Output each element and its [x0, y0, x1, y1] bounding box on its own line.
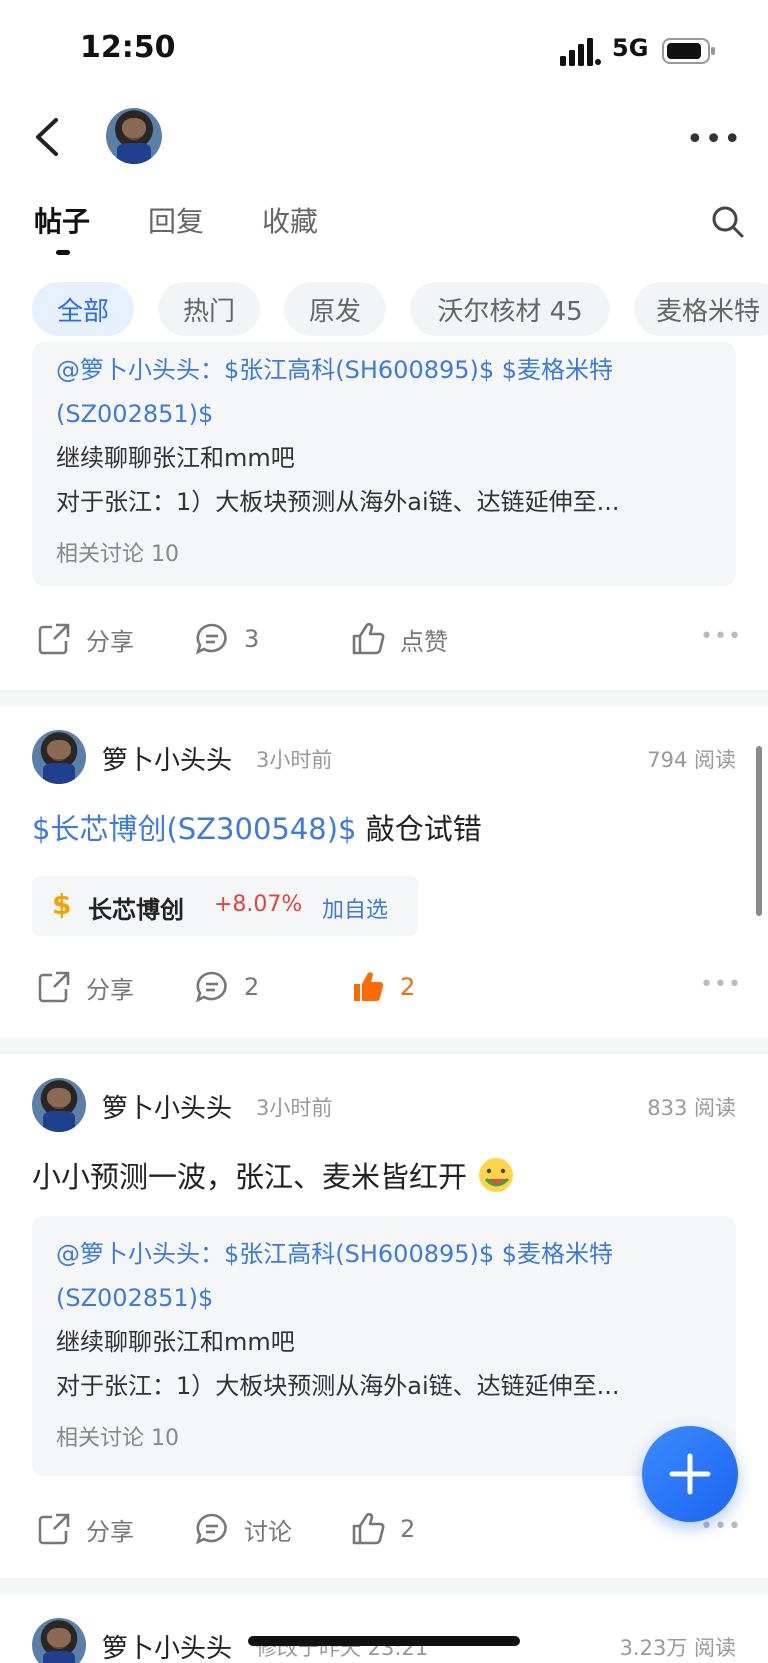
compose-button[interactable]	[642, 1426, 738, 1522]
user-avatar[interactable]	[106, 108, 162, 164]
quote-mention-cont[interactable]: (SZ002851)$	[56, 392, 712, 436]
back-icon[interactable]	[30, 112, 66, 162]
comment-label: 讨论	[244, 1517, 292, 1546]
comment-icon	[195, 623, 227, 655]
quote-mention[interactable]: @箩卜小头头：$张江高科(SH600895)$ $麦格米特	[56, 348, 712, 392]
author-avatar[interactable]	[32, 730, 86, 784]
filter-hot[interactable]: 热门	[158, 282, 260, 336]
post-header: 箩卜小头头 3小时前 833 阅读	[0, 1078, 768, 1138]
stock-link[interactable]: $长芯博创(SZ300548)$	[32, 812, 357, 846]
filter-chips: 全部 热门 原发 沃尔核材 45 麦格米特	[0, 282, 768, 338]
divider	[0, 1578, 768, 1594]
post-actions: 分享 2 2 •••	[0, 962, 768, 1012]
author-name[interactable]: 箩卜小头头	[102, 1088, 232, 1125]
quote-mention-cont[interactable]: (SZ002851)$	[56, 1276, 712, 1320]
quote-mention[interactable]: @箩卜小头头：$张江高科(SH600895)$ $麦格米特	[56, 1232, 712, 1276]
stock-name: 长芯博创	[88, 896, 184, 924]
post-actions: 分享 3 点赞 •••	[0, 614, 768, 664]
dollar-icon: $	[52, 888, 72, 921]
tab-bar: 帖子 回复 收藏	[0, 200, 768, 260]
read-count: 833 阅读	[647, 1096, 736, 1120]
filter-original[interactable]: 原发	[284, 282, 386, 336]
comment-button[interactable]: 2	[194, 962, 259, 1012]
post-header: 箩卜小头头 3小时前 794 阅读	[0, 730, 768, 790]
share-label: 分享	[86, 627, 134, 656]
share-label: 分享	[86, 975, 134, 1004]
read-count: 3.23万 阅读	[619, 1636, 736, 1660]
post-title[interactable]: $长芯博创(SZ300548)$ 敲仓试错	[32, 806, 482, 848]
tab-posts[interactable]: 帖子	[34, 200, 90, 240]
post-time: 3小时前	[256, 748, 333, 772]
share-button[interactable]: 分享	[36, 962, 134, 1012]
divider	[0, 690, 768, 706]
quote-line-1: 继续聊聊张江和mm吧	[56, 444, 295, 472]
author-avatar[interactable]	[32, 1618, 86, 1663]
like-count: 2	[400, 973, 416, 1001]
like-button[interactable]: 2	[350, 1504, 415, 1554]
like-button[interactable]: 点赞	[350, 614, 448, 664]
share-icon	[38, 971, 70, 1003]
tab-indicator	[56, 250, 70, 255]
signal-icon	[560, 38, 601, 66]
post-time: 3小时前	[256, 1096, 333, 1120]
filter-stock-1[interactable]: 沃尔核材 45	[410, 282, 610, 336]
quote-line-1: 继续聊聊张江和mm吧	[56, 1328, 295, 1356]
share-label: 分享	[86, 1517, 134, 1546]
more-icon[interactable]: •••	[686, 122, 741, 157]
comment-count: 3	[244, 625, 260, 653]
like-count: 2	[400, 1515, 416, 1543]
thumbs-up-icon	[352, 1512, 385, 1545]
post-title-text: 敲仓试错	[356, 812, 482, 846]
filter-all[interactable]: 全部	[32, 282, 134, 336]
share-button[interactable]: 分享	[36, 614, 134, 664]
post-title[interactable]: 小小预测一波，张江、麦米皆红开	[32, 1154, 516, 1196]
author-avatar[interactable]	[32, 1078, 86, 1132]
watermelon-emoji-icon	[479, 1158, 514, 1192]
add-watchlist-button[interactable]: 加自选	[322, 892, 388, 924]
author-name[interactable]: 箩卜小头头	[102, 1628, 232, 1663]
share-button[interactable]: 分享	[36, 1504, 134, 1554]
divider	[0, 1038, 768, 1054]
status-bar: 12:50 5G	[0, 0, 768, 100]
quote-line-2: 对于张江：1）大板块预测从海外ai链、达链延伸至...	[56, 488, 620, 516]
share-icon	[38, 1513, 70, 1545]
stock-card[interactable]: $ 长芯博创 +8.07% 加自选	[32, 876, 418, 936]
network-type: 5G	[612, 34, 649, 62]
tab-replies[interactable]: 回复	[148, 200, 204, 240]
status-time: 12:50	[80, 30, 176, 65]
plus-icon	[669, 1453, 711, 1495]
search-icon[interactable]	[710, 204, 746, 240]
like-button[interactable]: 2	[350, 962, 415, 1012]
quote-line-2: 对于张江：1）大板块预测从海外ai链、达链延伸至...	[56, 1372, 620, 1400]
quoted-post[interactable]: @箩卜小头头：$张江高科(SH600895)$ $麦格米特 (SZ002851)…	[32, 1216, 736, 1476]
scrollbar[interactable]	[756, 746, 762, 916]
quoted-post[interactable]: @箩卜小头头：$张江高科(SH600895)$ $麦格米特 (SZ002851)…	[32, 342, 736, 586]
comment-icon	[195, 1513, 227, 1545]
tab-favorites[interactable]: 收藏	[262, 200, 318, 240]
more-icon[interactable]: •••	[700, 972, 742, 997]
post-title-text: 小小预测一波，张江、麦米皆红开	[32, 1160, 468, 1194]
home-indicator[interactable]	[248, 1636, 520, 1646]
comment-button[interactable]: 3	[194, 614, 259, 664]
filter-stock-2[interactable]: 麦格米特	[634, 282, 768, 336]
more-icon[interactable]: •••	[700, 624, 742, 649]
related-count[interactable]: 相关讨论 10	[56, 536, 712, 568]
thumbs-up-icon	[352, 622, 385, 655]
like-label: 点赞	[400, 627, 448, 656]
stock-change: +8.07%	[214, 892, 303, 917]
comment-button[interactable]: 讨论	[194, 1504, 292, 1554]
read-count: 794 阅读	[647, 748, 736, 772]
comment-icon	[195, 971, 227, 1003]
related-count[interactable]: 相关讨论 10	[56, 1420, 712, 1452]
thumbs-up-filled-icon	[354, 972, 384, 1002]
author-name[interactable]: 箩卜小头头	[102, 740, 232, 777]
battery-icon	[662, 38, 715, 64]
post-actions: 分享 讨论 2 •••	[0, 1504, 768, 1554]
comment-count: 2	[244, 973, 260, 1001]
share-icon	[38, 623, 70, 655]
